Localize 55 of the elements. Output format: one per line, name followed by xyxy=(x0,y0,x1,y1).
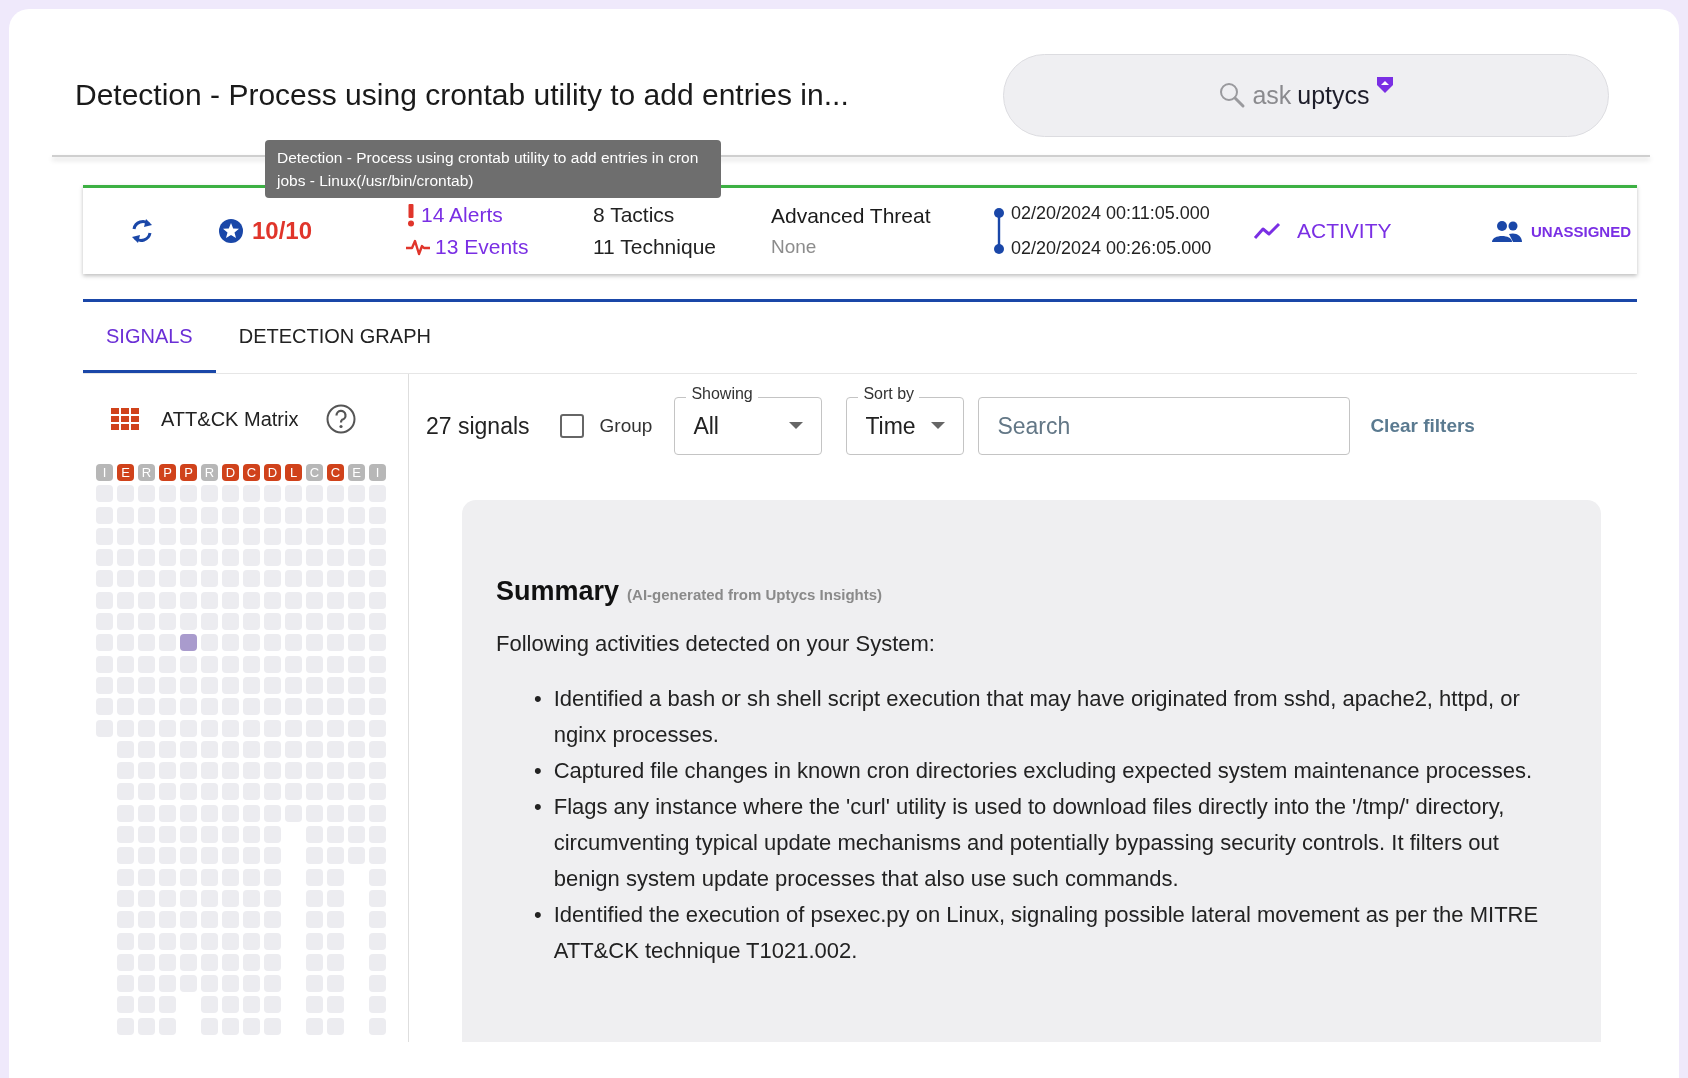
risk-score: 10/10 xyxy=(252,217,313,245)
search-field[interactable]: Search xyxy=(978,397,1351,455)
summary-bullet: Flags any instance where the 'curl' utility is used to download files directly into the '/tmp/' directory, circumventing typical update mechanisms and potentially bypassing security controls. It filters out benign system update processes that also use such commands. xyxy=(553,793,1506,893)
alerts-link[interactable]: 14 Alerts xyxy=(421,203,503,227)
end-time: 02/20/2024 00:26:05.000 xyxy=(1011,238,1212,259)
exclamation-icon xyxy=(405,203,417,227)
activity-button[interactable]: ACTIVITY xyxy=(1291,218,1398,244)
tactic-letter[interactable]: P xyxy=(180,464,197,481)
tab[interactable]: SIGNALS xyxy=(83,302,216,373)
summary-title: Summary xyxy=(496,576,620,607)
tactic-letter[interactable]: L xyxy=(285,464,302,481)
trend-icon xyxy=(1253,221,1281,241)
summary-bullet: Identified a bash or sh shell script execution that may have originated from sshd, apache2, httpd, or nginx processes. xyxy=(553,685,1521,749)
summary-bullet: Captured file changes in known cron directories excluding expected system maintenance processes. xyxy=(553,757,1532,785)
group-label: Group xyxy=(599,415,653,437)
bullet-marker: • xyxy=(534,793,542,821)
clear-filters-link[interactable]: Clear filters xyxy=(1364,414,1481,438)
summary-subtitle: (AI-generated from Uptycs Insights) xyxy=(627,586,883,603)
start-time: 02/20/2024 00:11:05.000 xyxy=(1011,203,1211,224)
dropdown-label: Showing xyxy=(686,385,758,403)
signal-count: 27 signals xyxy=(426,412,530,440)
bullet-marker: • xyxy=(534,757,542,785)
tactic-letter[interactable]: P xyxy=(159,464,176,481)
tactic-letter[interactable]: D xyxy=(222,464,239,481)
bullet-marker: • xyxy=(534,901,542,929)
tactic-letter[interactable]: D xyxy=(264,464,281,481)
matrix-title: ATT&CK Matrix xyxy=(161,407,299,431)
detection-title: Detection - Process using crontab utility to add entries in... xyxy=(75,78,849,112)
events-link[interactable]: 13 Events xyxy=(435,235,529,259)
threat-detail: None xyxy=(771,236,818,258)
timeline-icon xyxy=(993,207,1005,255)
caret-down-icon xyxy=(789,422,804,430)
title-tooltip: Detection - Process using crontab utility to add entries in cron jobs - Linux(/usr/bin/crontab) xyxy=(265,140,721,198)
tactic-letter[interactable]: C xyxy=(327,464,344,481)
tactics-count: 8 Tactics xyxy=(593,203,676,227)
tactic-letter[interactable]: E xyxy=(117,464,134,481)
grid-icon xyxy=(111,408,139,430)
logo-icon xyxy=(1375,75,1394,94)
dropdown-label: Sort by xyxy=(858,385,920,403)
pulse-icon xyxy=(405,237,431,257)
technique-cell[interactable] xyxy=(180,634,197,652)
search-icon xyxy=(1218,81,1247,109)
tactic-letter[interactable]: C xyxy=(243,464,260,481)
threat-category: Advanced Threat xyxy=(771,204,931,228)
tab[interactable]: DETECTION GRAPH xyxy=(215,302,454,373)
caret-down-icon xyxy=(931,422,946,430)
people-icon xyxy=(1491,220,1523,242)
bullet-marker: • xyxy=(534,685,542,713)
summary-bullet: Identified the execution of psexec.py on Linux, signaling possible lateral movement as per the MITRE ATT&CK technique T1021.002. xyxy=(553,901,1540,965)
techniques-count: 11 Technique xyxy=(593,235,716,259)
assignee-button[interactable]: UNASSIGNED xyxy=(1531,222,1631,240)
summary-intro: Following activities detected on your System: xyxy=(496,631,936,657)
help-icon[interactable] xyxy=(326,404,357,434)
group-checkbox[interactable] xyxy=(559,414,584,438)
ask-search-button[interactable]: ask uptycs xyxy=(1003,53,1609,137)
